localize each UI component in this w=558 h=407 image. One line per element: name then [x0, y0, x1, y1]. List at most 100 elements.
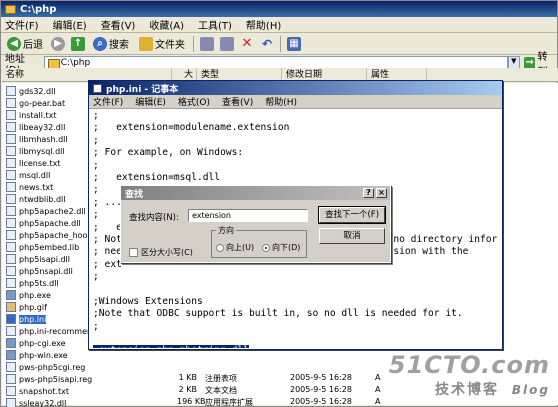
file-list-item[interactable]: php.exe	[6, 289, 51, 301]
file-list-item[interactable]: libmysql.dll	[6, 145, 65, 157]
file-list-item[interactable]: ntwdblib.dll	[6, 193, 66, 205]
forward-arrow-icon[interactable]: ▶	[51, 36, 65, 51]
file-icon	[6, 386, 16, 396]
notepad-title-bar: php.ini - 记事本	[89, 81, 502, 95]
file-icon	[6, 266, 16, 276]
file-icon	[6, 182, 16, 192]
file-list-item[interactable]: go-pear.bat	[6, 97, 65, 109]
file-icon	[6, 290, 16, 300]
file-name: php.gif	[19, 302, 47, 312]
close-button[interactable]: ×	[376, 188, 387, 198]
file-list-item[interactable]: php-cgi.exe	[6, 337, 66, 349]
file-name: php.ini-recommen	[19, 326, 93, 336]
text-line: ;Windows Extensions	[93, 295, 203, 307]
folder-icon	[5, 4, 16, 14]
file-name: php.ini	[19, 314, 47, 324]
go-arrow-icon: →	[523, 56, 536, 69]
np-menu-edit[interactable]: 编辑(E)	[135, 95, 166, 108]
explorer-title: C:\php	[20, 3, 57, 15]
file-icon	[6, 326, 16, 336]
direction-down-radio[interactable]: 向下(D)	[262, 242, 300, 253]
file-name: php5apache2.dll	[19, 206, 86, 216]
file-name: php.exe	[19, 290, 51, 300]
file-size: 2 KB	[178, 385, 197, 394]
np-menu-view[interactable]: 查看(V)	[222, 95, 253, 108]
file-list-item[interactable]: pws-php5cgi.reg	[6, 361, 85, 373]
move-to-icon[interactable]	[200, 36, 214, 51]
file-size: 196 KB	[177, 397, 206, 406]
match-case-checkbox[interactable]: 区分大小写(C)	[129, 247, 193, 258]
find-what-input[interactable]: extension	[188, 209, 308, 222]
text-line: ;	[93, 271, 99, 283]
file-list-item[interactable]: php5embed.lib	[6, 241, 79, 253]
menu-favorites[interactable]: 收藏(A)	[149, 17, 184, 32]
file-icon	[6, 194, 16, 204]
delete-icon[interactable]: ✕	[240, 36, 254, 51]
cancel-button[interactable]: 取消	[319, 228, 385, 244]
file-list-item[interactable]: php5apache_hooks	[6, 229, 96, 241]
notepad-icon	[93, 83, 102, 93]
file-list-item[interactable]: php.gif	[6, 301, 47, 313]
file-list-item[interactable]: php.ini-recommen	[6, 325, 92, 337]
direction-label: 方向	[216, 225, 236, 236]
folders-button[interactable]: 文件夹	[137, 35, 187, 53]
file-list-item[interactable]: php.ini	[6, 313, 47, 325]
file-list-item[interactable]: snapshot.txt	[6, 385, 69, 397]
file-icon	[6, 86, 16, 96]
file-icon	[6, 230, 16, 240]
file-list-item[interactable]: php5isapi.dll	[6, 253, 70, 265]
file-icon	[6, 362, 16, 372]
np-menu-help[interactable]: 帮助(H)	[265, 95, 297, 108]
menu-edit[interactable]: 编辑(E)	[53, 17, 87, 32]
find-what-label: 查找内容(N):	[129, 213, 179, 223]
file-list-item[interactable]: install.txt	[6, 109, 57, 121]
file-icon	[6, 302, 16, 312]
file-list-item[interactable]: news.txt	[6, 181, 53, 193]
file-list-item[interactable]: php5apache2.dll	[6, 205, 86, 217]
file-name: pws-php5isapi.reg	[19, 374, 93, 384]
undo-icon[interactable]: ↶	[260, 37, 274, 51]
menu-tools[interactable]: 工具(T)	[198, 17, 232, 32]
file-list-item[interactable]: libeay32.dll	[6, 121, 65, 133]
copy-to-icon[interactable]	[220, 36, 234, 51]
file-icon	[6, 338, 16, 348]
file-date: 2005-9-5 16:28	[290, 373, 352, 382]
file-list-item[interactable]: php5apache.dll	[6, 217, 81, 229]
direction-up-radio[interactable]: 向上(U)	[216, 242, 254, 253]
np-menu-format[interactable]: 格式(O)	[178, 95, 210, 108]
menu-help[interactable]: 帮助(H)	[246, 17, 281, 32]
text-line: ;	[93, 110, 99, 121]
np-menu-file[interactable]: 文件(F)	[93, 95, 123, 108]
up-folder-icon[interactable]: ↑	[71, 36, 85, 51]
text-line	[93, 283, 501, 295]
menu-view[interactable]: 查看(V)	[101, 17, 136, 32]
file-list-item[interactable]: pws-php5isapi.reg	[6, 373, 92, 385]
text-line: ;	[93, 159, 99, 171]
checkbox-icon	[129, 248, 138, 257]
file-list-item[interactable]: php5ts.dll	[6, 277, 59, 289]
file-name: pws-php5cgi.reg	[19, 362, 86, 372]
file-icon	[6, 314, 16, 324]
menu-file[interactable]: 文件(F)	[5, 17, 39, 32]
file-icon	[6, 134, 16, 144]
file-name: license.txt	[19, 158, 61, 168]
file-list-item[interactable]: msql.dll	[6, 169, 50, 181]
file-name: php5apache_hooks	[19, 230, 97, 240]
file-icon	[6, 350, 16, 360]
file-list-item[interactable]: libmhash.dll	[6, 133, 68, 145]
views-icon[interactable]: ▦	[287, 36, 301, 51]
find-next-button[interactable]: 查找下一个(F)	[318, 206, 386, 224]
help-button[interactable]: ?	[363, 188, 374, 198]
file-icon	[6, 158, 16, 168]
file-list-item[interactable]: php-win.exe	[6, 349, 68, 361]
file-list-item[interactable]: ssleay32.dll	[6, 397, 66, 407]
file-list-item[interactable]: license.txt	[6, 157, 60, 169]
file-list-item[interactable]: php5nsapi.dll	[6, 265, 73, 277]
file-type: 文本文档	[205, 386, 237, 395]
toolbar-separator	[280, 35, 281, 52]
file-icon	[6, 398, 16, 407]
search-button[interactable]: ⌕ 搜索	[91, 35, 131, 53]
file-list-item[interactable]: gds32.dll	[6, 85, 56, 97]
notepad-menu-bar: 文件(F) 编辑(E) 格式(O) 查看(V) 帮助(H)	[89, 95, 502, 109]
file-name: libeay32.dll	[19, 122, 66, 132]
